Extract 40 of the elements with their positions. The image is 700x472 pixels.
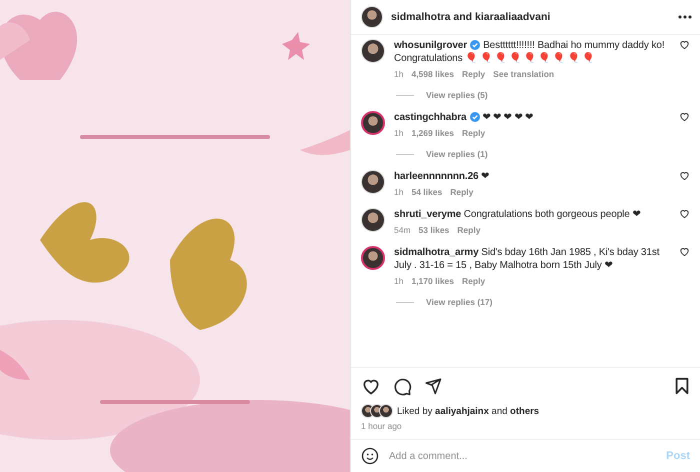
view-replies-link[interactable]: View replies (5): [426, 90, 488, 100]
reply-link[interactable]: Reply: [462, 276, 486, 286]
comment-time: 1h: [394, 187, 404, 197]
view-replies-link[interactable]: View replies (17): [426, 297, 492, 307]
likes-count[interactable]: 54 likes: [411, 187, 442, 197]
comment-text: castingchhabra ❤ ❤ ❤ ❤ ❤: [394, 111, 534, 124]
comment-time: 1h: [394, 128, 404, 138]
send-icon[interactable]: [424, 377, 442, 395]
heart-icon[interactable]: [679, 170, 690, 181]
comment-time: 1h: [394, 69, 404, 79]
heart-icon[interactable]: [679, 39, 690, 50]
reply-link[interactable]: Reply: [450, 187, 474, 197]
avatar[interactable]: [361, 111, 385, 135]
likes-count[interactable]: 1,269 likes: [411, 128, 454, 138]
translation-link[interactable]: See translation: [493, 69, 554, 79]
comment-text: harleennnnnnn.26 ❤: [394, 170, 490, 183]
comment-text: whosunilgrover Bestttttt!!!!!!! Badhai ho mummy daddy ko! Congratulations 🎈 🎈 🎈 🎈 🎈 🎈 🎈 🎈 🎈: [394, 39, 666, 65]
heart-icon[interactable]: [679, 111, 690, 122]
post-time: 1 hour ago: [360, 420, 403, 433]
more-icon[interactable]: [678, 15, 692, 19]
reply-link[interactable]: Reply: [462, 69, 486, 79]
bookmark-icon[interactable]: [674, 377, 690, 395]
avatar: [379, 404, 393, 418]
emoji-icon[interactable]: [361, 447, 379, 465]
heart-icon[interactable]: [679, 208, 690, 219]
avatar[interactable]: [361, 246, 385, 270]
view-replies-link[interactable]: View replies (1): [426, 149, 488, 159]
likes-count[interactable]: 1,170 likes: [411, 276, 454, 286]
comment-icon[interactable]: [393, 376, 412, 396]
comment-text: sidmalhotra_army Sid's bday 16th Jan 1985 , Ki's bday 31st July . 31-16 = 15 , Baby Malhotra born 15th July ❤: [394, 246, 660, 272]
likes-count[interactable]: 4,598 likes: [411, 69, 454, 79]
likes-summary: Liked by aaliyahjainx and others: [397, 406, 540, 416]
reply-link[interactable]: Reply: [462, 128, 486, 138]
comment-time: 1h: [394, 276, 404, 286]
post-author[interactable]: sidmalhotra and kiaraaliaadvani: [391, 11, 670, 23]
heart-icon[interactable]: [679, 246, 690, 257]
reply-link[interactable]: Reply: [457, 225, 480, 235]
comment-time: 54m: [394, 225, 411, 235]
likes-count[interactable]: 53 likes: [418, 225, 450, 235]
comment-text: shruti_veryme Congratulations both gorgeous people ❤: [394, 208, 642, 221]
